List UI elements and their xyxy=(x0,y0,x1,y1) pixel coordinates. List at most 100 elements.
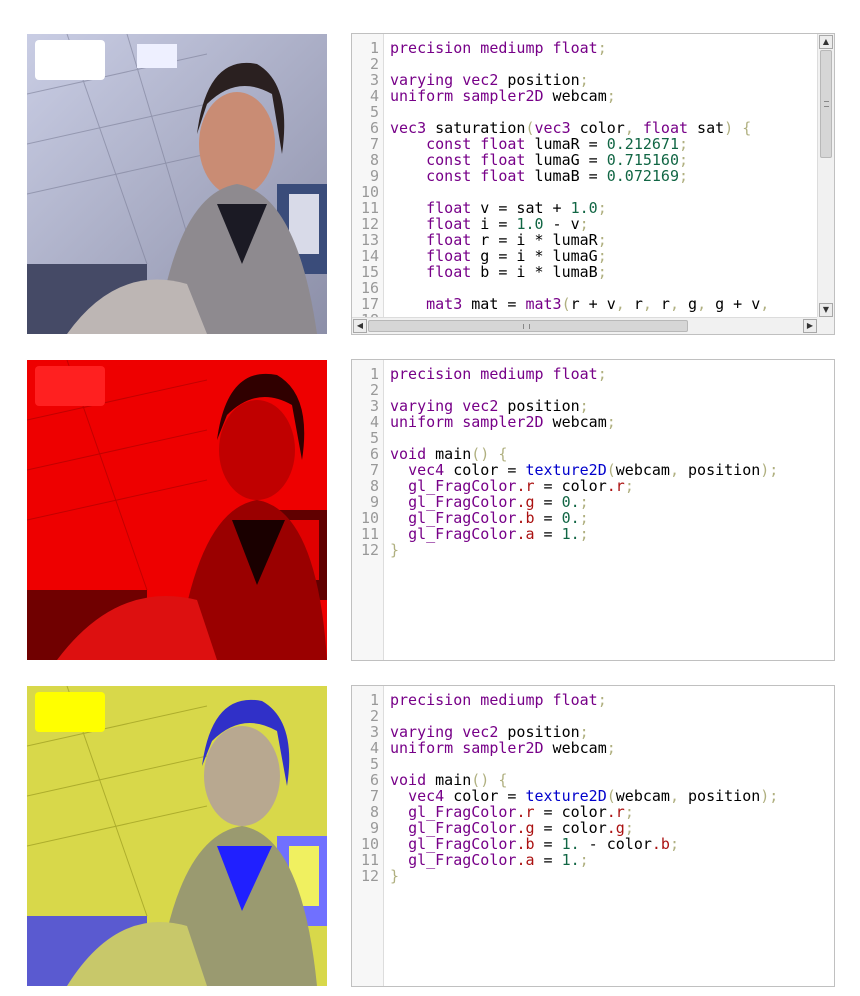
code-line: 1 precision mediump float; xyxy=(352,366,834,382)
arrow-right-icon[interactable]: ▶ xyxy=(803,319,817,333)
code-line: 8 gl_FragColor.r = color.r; xyxy=(352,804,834,820)
line-number: 4 xyxy=(369,87,379,105)
shader-code-editor[interactable]: 1 precision mediump float; 2 3 varying vec… xyxy=(351,685,835,987)
code-line: 10 xyxy=(352,184,834,200)
line-number: 8 xyxy=(369,151,379,169)
code-line: 1 precision mediump float; xyxy=(352,40,834,56)
code-line: 12} xyxy=(352,868,834,884)
shader-code-editor[interactable]: 1 precision mediump float; 2 3 varying vec… xyxy=(351,33,835,335)
code-line: 8 gl_FragColor.r = color.r; xyxy=(352,478,834,494)
webcam-image xyxy=(27,360,327,660)
code-line: 3 varying vec2 position; xyxy=(352,398,834,414)
code-line: 6 void main() { xyxy=(352,772,834,788)
line-number: 1 xyxy=(369,365,379,383)
arrow-up-icon[interactable]: ▲ xyxy=(819,35,833,49)
line-number: 12 xyxy=(360,541,379,559)
line-number: 4 xyxy=(369,413,379,431)
line-number: 13 xyxy=(360,231,379,249)
line-number: 10 xyxy=(360,509,379,527)
line-number: 4 xyxy=(369,739,379,757)
line-number: 6 xyxy=(369,445,379,463)
line-number: 10 xyxy=(360,835,379,853)
code-line: 5 xyxy=(352,430,834,446)
horizontal-scrollbar[interactable]: ◀ ▶ xyxy=(352,317,818,334)
line-number: 3 xyxy=(369,723,379,741)
line-number: 3 xyxy=(369,397,379,415)
code-line: 6 void main() { xyxy=(352,446,834,462)
line-number: 5 xyxy=(369,429,379,447)
code-line: 3 varying vec2 position; xyxy=(352,724,834,740)
line-number: 2 xyxy=(369,381,379,399)
code-line: 11 gl_FragColor.a = 1.; xyxy=(352,852,834,868)
code-lines: 1 precision mediump float; 2 3 varying vec… xyxy=(352,692,834,884)
line-number: 11 xyxy=(360,525,379,543)
code-line: 9 gl_FragColor.g = color.g; xyxy=(352,820,834,836)
code-lines: 1 precision mediump float; 2 3 varying vec… xyxy=(352,366,834,558)
code-line: 2 xyxy=(352,708,834,724)
line-number: 3 xyxy=(369,71,379,89)
arrow-down-icon[interactable]: ▼ xyxy=(819,303,833,317)
line-number: 7 xyxy=(369,135,379,153)
code-line: 15 float b = i * lumaB; xyxy=(352,264,834,280)
code-line: 7 vec4 color = texture2D(webcam, positio… xyxy=(352,788,834,804)
code-line: 1 precision mediump float; xyxy=(352,692,834,708)
code-line: 9 gl_FragColor.g = 0.; xyxy=(352,494,834,510)
horizontal-scroll-thumb[interactable] xyxy=(368,320,688,332)
webcam-preview-invert-blue xyxy=(27,686,327,986)
code-line: 11 gl_FragColor.a = 1.; xyxy=(352,526,834,542)
line-number: 1 xyxy=(369,691,379,709)
line-number: 9 xyxy=(369,819,379,837)
arrow-left-icon[interactable]: ◀ xyxy=(353,319,367,333)
shader-panel-3: 1 precision mediump float; 2 3 varying vec… xyxy=(0,685,860,987)
code-line: 5 xyxy=(352,104,834,120)
code-line: 17 mat3 mat = mat3(r + v, r, r, g, g + v… xyxy=(352,296,834,312)
code-line: 6 vec3 saturation(vec3 color, float sat) … xyxy=(352,120,834,136)
line-number: 15 xyxy=(360,263,379,281)
code-line: 2 xyxy=(352,382,834,398)
code-line: 3 varying vec2 position; xyxy=(352,72,834,88)
line-number: 5 xyxy=(369,103,379,121)
code-line: 2 xyxy=(352,56,834,72)
vertical-scrollbar[interactable]: ▲ ▼ xyxy=(817,34,834,318)
code-line: 9 const float lumaB = 0.072169; xyxy=(352,168,834,184)
code-line: 12 float i = 1.0 - v; xyxy=(352,216,834,232)
vertical-scroll-thumb[interactable] xyxy=(820,50,832,158)
line-number: 7 xyxy=(369,787,379,805)
shader-code-editor[interactable]: 1 precision mediump float; 2 3 varying vec… xyxy=(351,359,835,661)
code-line: 10 gl_FragColor.b = 1. - color.b; xyxy=(352,836,834,852)
shader-panel-2: 1 precision mediump float; 2 3 varying vec… xyxy=(0,359,860,661)
line-number: 11 xyxy=(360,199,379,217)
code-line: 8 const float lumaG = 0.715160; xyxy=(352,152,834,168)
code-line: 13 float r = i * lumaR; xyxy=(352,232,834,248)
line-number: 12 xyxy=(360,867,379,885)
line-number: 9 xyxy=(369,167,379,185)
code-line: 12} xyxy=(352,542,834,558)
webcam-image xyxy=(27,686,327,986)
code-line: 14 float g = i * lumaG; xyxy=(352,248,834,264)
line-number: 9 xyxy=(369,493,379,511)
code-line: 7 const float lumaR = 0.212671; xyxy=(352,136,834,152)
line-number: 6 xyxy=(369,771,379,789)
code-line: 5 xyxy=(352,756,834,772)
line-number: 7 xyxy=(369,461,379,479)
code-line: 4 uniform sampler2D webcam; xyxy=(352,88,834,104)
scrollbar-corner xyxy=(817,317,834,334)
line-number: 5 xyxy=(369,755,379,773)
line-number: 17 xyxy=(360,295,379,313)
line-number: 11 xyxy=(360,851,379,869)
line-number: 8 xyxy=(369,803,379,821)
line-number: 8 xyxy=(369,477,379,495)
code-line: 4 uniform sampler2D webcam; xyxy=(352,414,834,430)
line-number: 6 xyxy=(369,119,379,137)
line-number: 2 xyxy=(369,55,379,73)
code-line: 16 xyxy=(352,280,834,296)
line-number: 2 xyxy=(369,707,379,725)
line-number: 12 xyxy=(360,215,379,233)
line-number: 10 xyxy=(360,183,379,201)
line-number: 14 xyxy=(360,247,379,265)
code-line: 7 vec4 color = texture2D(webcam, positio… xyxy=(352,462,834,478)
webcam-image xyxy=(27,34,327,334)
webcam-preview-saturation xyxy=(27,34,327,334)
code-line: 10 gl_FragColor.b = 0.; xyxy=(352,510,834,526)
line-number: 16 xyxy=(360,279,379,297)
